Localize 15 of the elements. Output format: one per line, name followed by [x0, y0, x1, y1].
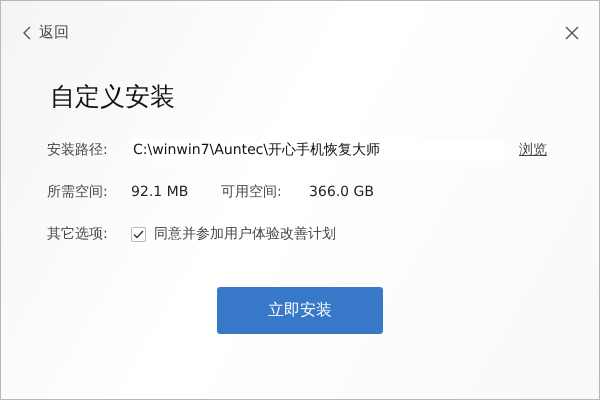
checkbox-label: 同意并参加用户体验改善计划 [154, 225, 336, 243]
field-label: 可用空间: [221, 183, 283, 201]
checkbox[interactable] [131, 226, 146, 242]
available-space-value: 366.0 GB [309, 184, 375, 200]
close-button[interactable] [565, 26, 579, 40]
browse-link[interactable]: 浏览 [519, 141, 547, 159]
install-path-field[interactable]: C:\winwin7\Auntec\开心手机恢复大师 [131, 139, 505, 161]
required-space-value: 92.1 MB [131, 184, 190, 200]
field-label: 所需空间: [47, 183, 109, 201]
chevron-left-icon [23, 26, 31, 40]
dialog-title: 自定义安装 [50, 81, 175, 113]
field-label: 其它选项: [47, 225, 109, 243]
install-button[interactable]: 立即安装 [217, 287, 383, 334]
back-button[interactable]: 返回 [23, 23, 69, 42]
field-label: 安装路径: [47, 141, 109, 159]
